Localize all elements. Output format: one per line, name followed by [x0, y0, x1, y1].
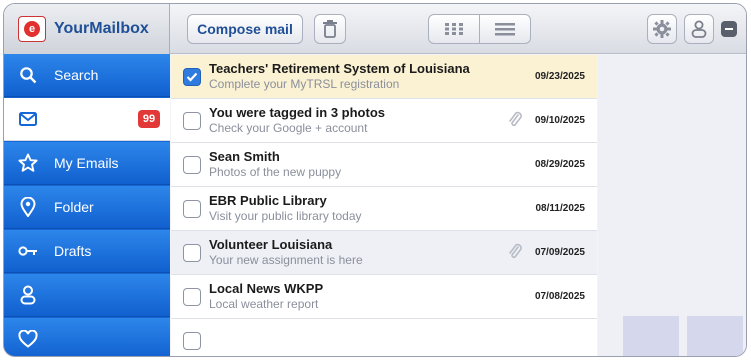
paperclip-icon — [509, 111, 522, 127]
menu-icon[interactable] — [721, 21, 737, 37]
email-row[interactable]: Volunteer Louisiana Your new assignment … — [171, 231, 597, 275]
mail-app-window: e YourMailbox Compose mail Search 99 My … — [3, 3, 747, 357]
email-checkbox[interactable] — [183, 200, 201, 218]
sidebar-item-drafts[interactable]: Drafts — [4, 230, 170, 273]
email-preview: Visit your public library today — [209, 209, 362, 223]
list-view-icon — [495, 23, 515, 36]
email-checkbox[interactable] — [183, 332, 201, 350]
email-row[interactable]: Local News WKPP Local weather report 07/… — [171, 275, 597, 319]
account-button[interactable] — [684, 14, 714, 44]
email-row[interactable]: You were tagged in 3 photos Check your G… — [171, 99, 597, 143]
sidebar-item-favorites[interactable] — [4, 318, 170, 356]
sidebar-item-label: Folder — [54, 199, 94, 215]
sidebar-item-contacts[interactable] — [4, 274, 170, 317]
list-view-button[interactable] — [479, 14, 531, 44]
email-checkbox[interactable] — [183, 288, 201, 306]
email-row[interactable] — [171, 319, 597, 356]
email-row[interactable]: Teachers' Retirement System of Louisiana… — [171, 55, 597, 99]
email-sender: Sean Smith — [209, 149, 280, 164]
email-date: 09/10/2025 — [534, 115, 585, 126]
email-checkbox[interactable] — [183, 68, 201, 86]
settings-button[interactable] — [647, 14, 677, 44]
envelope-icon — [18, 109, 38, 129]
brand: e YourMailbox — [4, 4, 170, 54]
sidebar-item-label: Search — [54, 67, 99, 83]
paperclip-icon — [509, 243, 522, 259]
email-preview: Check your Google + account — [209, 121, 368, 135]
email-checkbox[interactable] — [183, 156, 201, 174]
email-checkbox[interactable] — [183, 244, 201, 262]
app-name: YourMailbox — [54, 20, 149, 37]
email-preview: Complete your MyTRSL registration — [209, 77, 400, 91]
gear-icon — [653, 20, 671, 38]
compose-mail-button[interactable]: Compose mail — [187, 14, 303, 44]
sidebar: Search 99 My Emails Folder Drafts — [4, 54, 170, 356]
email-date: 07/09/2025 — [534, 247, 585, 258]
sidebar-item-label: Drafts — [54, 243, 92, 259]
search-icon — [18, 65, 38, 85]
email-preview: Local weather report — [209, 297, 319, 311]
email-sender: Volunteer Louisiana — [209, 237, 333, 252]
heart-icon — [18, 329, 38, 349]
sidebar-item-label: My Emails — [54, 155, 119, 171]
email-preview: Photos of the new puppy — [209, 165, 342, 179]
key-icon — [18, 241, 38, 261]
sidebar-item-inbox[interactable]: 99 — [4, 98, 170, 141]
email-date: 08/29/2025 — [534, 159, 585, 170]
location-pin-icon — [18, 197, 38, 217]
sidebar-item-my-emails[interactable]: My Emails — [4, 142, 170, 185]
email-sender: EBR Public Library — [209, 193, 327, 208]
checkmark-icon — [186, 72, 198, 82]
email-row[interactable]: EBR Public Library Visit your public lib… — [171, 187, 597, 231]
unread-count-badge: 99 — [138, 110, 160, 128]
sidebar-item-search[interactable]: Search — [4, 54, 170, 97]
email-date: 08/11/2025 — [535, 203, 586, 214]
email-sender: You were tagged in 3 photos — [209, 105, 385, 120]
email-checkbox[interactable] — [183, 112, 201, 130]
email-date: 09/23/2025 — [534, 71, 585, 82]
mail-logo-icon: e — [18, 16, 46, 42]
grid-view-icon — [445, 23, 463, 35]
email-list: Teachers' Retirement System of Louisiana… — [171, 55, 597, 356]
star-icon — [18, 153, 38, 173]
email-preview: Your new assignment is here — [209, 253, 363, 267]
user-icon — [691, 20, 707, 38]
grid-view-button[interactable] — [428, 14, 480, 44]
trash-icon — [323, 20, 337, 38]
email-date: 07/08/2025 — [534, 291, 585, 302]
top-toolbar: e YourMailbox Compose mail — [4, 4, 746, 54]
email-row[interactable]: Sean Smith Photos of the new puppy 08/29… — [171, 143, 597, 187]
email-sender: Teachers' Retirement System of Louisiana — [209, 61, 470, 76]
user-icon — [18, 285, 38, 305]
email-sender: Local News WKPP — [209, 281, 324, 296]
reading-pane — [598, 55, 746, 356]
sidebar-item-folder[interactable]: Folder — [4, 186, 170, 229]
delete-button[interactable] — [314, 14, 346, 44]
pane-tile — [687, 316, 743, 356]
pane-tile — [623, 316, 679, 356]
